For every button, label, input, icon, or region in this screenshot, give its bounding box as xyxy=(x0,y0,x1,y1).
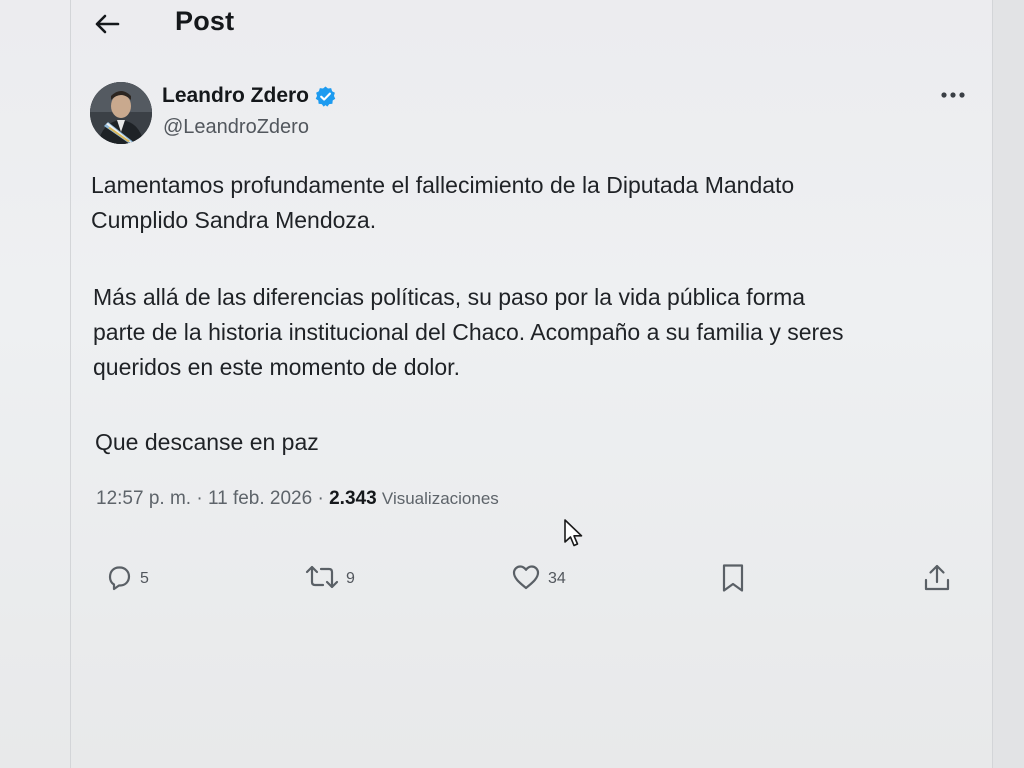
post-header: Post xyxy=(71,0,992,52)
author-name-text: Leandro Zdero xyxy=(162,84,310,107)
retweet-count: 9 xyxy=(346,570,355,587)
meta-separator: · xyxy=(312,488,330,509)
tweet-line: Lamentamos profundamente el fallecimient… xyxy=(91,172,795,198)
avatar[interactable] xyxy=(90,82,152,144)
tweet-line: Más allá de las diferencias políticas, s… xyxy=(93,284,806,310)
views-count: 2.343 xyxy=(329,488,377,509)
reply-count: 5 xyxy=(140,570,149,587)
page-title: Post xyxy=(175,6,235,36)
like-button[interactable]: 34 xyxy=(510,562,566,592)
share-button[interactable] xyxy=(922,562,952,594)
tweet-paragraph-2: Más allá de las diferencias políticas, s… xyxy=(93,280,973,385)
post-screen: Post Leandro Zdero @LeandroZdero Lamenta… xyxy=(0,0,1024,768)
meta-separator: · xyxy=(191,488,208,509)
share-icon xyxy=(924,564,950,591)
more-options-button[interactable] xyxy=(936,82,970,108)
bookmark-icon xyxy=(722,564,744,592)
column-border-left xyxy=(70,0,71,768)
mouse-pointer-icon xyxy=(564,519,583,547)
retweet-icon xyxy=(305,565,339,589)
verified-badge-icon xyxy=(315,85,336,107)
post-date[interactable]: 11 feb. 2026 xyxy=(208,488,312,509)
tweet-line: queridos en este momento de dolor. xyxy=(93,354,460,380)
like-count: 34 xyxy=(548,570,566,587)
reply-icon xyxy=(108,566,131,591)
tweet-paragraph-3: Que descanse en paz xyxy=(95,429,319,455)
tweet-line: parte de la historia institucional del C… xyxy=(93,319,844,345)
avatar-photo xyxy=(90,82,152,144)
post-time[interactable]: 12:57 p. m. xyxy=(96,488,191,509)
right-column-shade xyxy=(993,0,1024,768)
back-button[interactable] xyxy=(89,6,125,42)
tweet-line: Cumplido Sandra Mendoza. xyxy=(91,207,377,233)
post-meta: 12:57 p. m. · 11 feb. 2026 · 2.343 Visua… xyxy=(96,488,499,510)
arrow-left-icon xyxy=(95,14,120,34)
bookmark-button[interactable] xyxy=(718,562,748,594)
views-label[interactable]: Visualizaciones xyxy=(382,489,499,508)
author-handle[interactable]: @LeandroZdero xyxy=(163,116,309,139)
more-dots-icon xyxy=(941,92,965,98)
tweet-paragraph-1: Lamentamos profundamente el fallecimient… xyxy=(91,168,971,238)
retweet-button[interactable]: 9 xyxy=(304,562,355,592)
reply-button[interactable]: 5 xyxy=(104,562,149,592)
author-name[interactable]: Leandro Zdero xyxy=(162,84,337,108)
column-border-right xyxy=(992,0,993,768)
heart-icon xyxy=(512,565,540,590)
